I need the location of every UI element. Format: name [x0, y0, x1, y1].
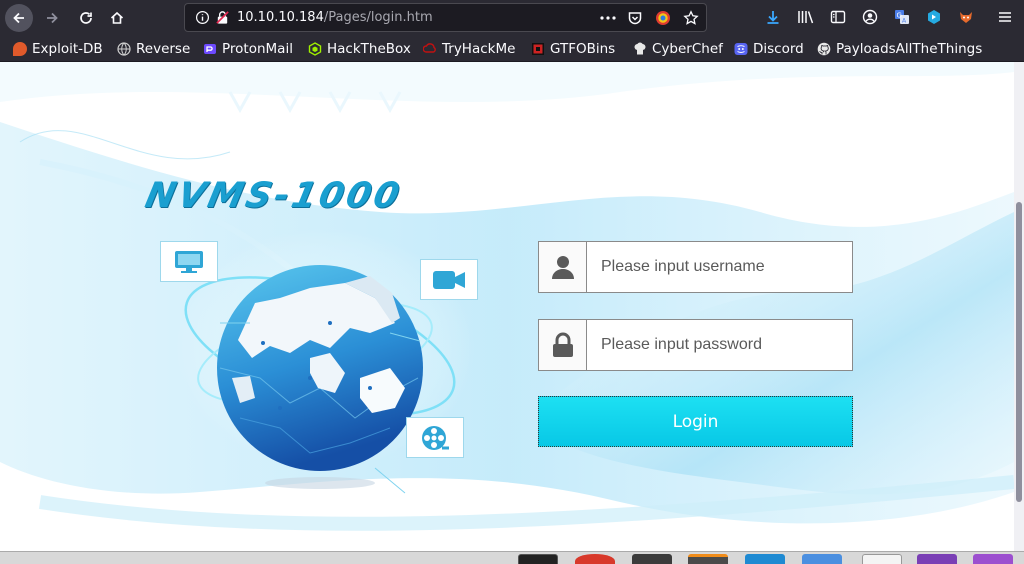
nvms-logo: NVMS-1000 — [141, 176, 406, 216]
exploit-db-icon — [13, 42, 27, 56]
bookmark-label: Discord — [753, 41, 804, 57]
app-taskbar-icon[interactable] — [917, 554, 957, 564]
username-input[interactable] — [588, 242, 852, 292]
library-button[interactable] — [797, 8, 815, 26]
wappalyzer-extension-button[interactable] — [925, 8, 943, 26]
globe-icon — [117, 42, 131, 56]
scrollbar-thumb[interactable] — [1016, 202, 1022, 502]
sidebar-icon — [830, 10, 846, 24]
film-reel-feature-box — [406, 417, 464, 458]
back-button[interactable] — [5, 4, 33, 32]
text-editor-taskbar-icon[interactable] — [862, 554, 902, 564]
github-icon — [817, 42, 831, 56]
url-text[interactable]: 10.10.10.184/Pages/login.htm — [237, 10, 433, 25]
browser-toolbar: 10.10.10.184/Pages/login.htm GA — [0, 0, 1024, 36]
info-icon[interactable] — [195, 10, 210, 25]
account-button[interactable] — [861, 8, 879, 26]
bookmark-payloadsallthethings[interactable]: PayloadsAllTheThings — [817, 40, 982, 58]
pocket-icon[interactable] — [627, 10, 643, 26]
home-icon — [110, 11, 124, 24]
bookmark-gtfobins[interactable]: GTFOBins — [531, 40, 615, 58]
bookmark-label: CyberChef — [652, 41, 723, 57]
bookmark-label: PayloadsAllTheThings — [836, 41, 983, 57]
download-icon — [767, 11, 779, 24]
url-bar[interactable]: 10.10.10.184/Pages/login.htm — [184, 3, 707, 32]
account-icon — [862, 9, 878, 25]
library-icon — [798, 11, 814, 24]
bookmark-tryhackme[interactable]: TryHackMe — [423, 40, 515, 58]
menu-button[interactable] — [996, 8, 1014, 26]
forward-arrow-icon — [47, 12, 58, 24]
cyberchef-icon — [634, 42, 646, 55]
burpsuite-taskbar-icon[interactable] — [632, 554, 672, 564]
forward-button[interactable] — [38, 4, 66, 32]
hackthebox-icon — [308, 42, 322, 56]
sidebar-button[interactable] — [829, 8, 847, 26]
gtfobins-icon — [532, 43, 544, 55]
wave-background — [0, 62, 1014, 531]
bookmark-star-icon[interactable] — [683, 10, 699, 26]
bookmark-label: HackTheBox — [327, 41, 411, 57]
user-icon — [551, 256, 574, 279]
translate-icon: GA — [895, 10, 909, 25]
camera-feature-box — [420, 259, 478, 300]
login-button[interactable]: Login — [538, 396, 853, 447]
password-input[interactable] — [588, 320, 852, 370]
translate-extension-button[interactable]: GA — [893, 8, 911, 26]
password-icon-cell — [539, 320, 587, 370]
reload-button[interactable] — [72, 4, 100, 32]
terminal-taskbar-icon[interactable] — [518, 554, 558, 564]
url-host: 10.10.10.184 — [237, 10, 324, 25]
fox-icon — [960, 12, 972, 23]
monitor-feature-box — [160, 241, 218, 282]
files-taskbar-icon[interactable] — [802, 554, 842, 564]
hexagon-extension-icon — [928, 10, 940, 24]
hamburger-menu-icon — [999, 12, 1011, 22]
bookmark-label: TryHackMe — [442, 41, 516, 57]
bookmark-label: Reverse — [136, 41, 191, 57]
username-field — [538, 241, 853, 293]
bookmark-protonmail[interactable]: ProtonMail — [203, 40, 293, 58]
bookmark-label: Exploit-DB — [32, 41, 103, 57]
bookmark-exploit-db[interactable]: Exploit-DB — [13, 40, 103, 58]
film-reel-icon — [422, 425, 449, 450]
password-field — [538, 319, 853, 371]
bookmark-cyberchef[interactable]: CyberChef — [633, 40, 723, 58]
downloads-button[interactable] — [764, 8, 782, 26]
desktop-taskbar — [0, 551, 1024, 564]
bookmark-hackthebox[interactable]: HackTheBox — [308, 40, 411, 58]
bookmark-label: GTFOBins — [550, 41, 616, 57]
bookmark-discord[interactable]: Discord — [734, 40, 804, 58]
page-content: NVMS-1000 Please input username Login — [0, 62, 1024, 551]
firefox-taskbar-icon[interactable] — [575, 554, 615, 564]
video-camera-icon — [433, 270, 465, 289]
bookmark-reverse[interactable]: Reverse — [117, 40, 190, 58]
extension-target-icon[interactable] — [655, 10, 671, 26]
vscode-taskbar-icon[interactable] — [745, 554, 785, 564]
tryhackme-icon — [423, 43, 436, 53]
bookmarks-toolbar: Exploit-DB Reverse ProtonMail HackTheBox… — [0, 36, 1024, 62]
sublime-taskbar-icon[interactable] — [688, 554, 728, 564]
home-button[interactable] — [103, 4, 131, 32]
reload-icon — [80, 12, 92, 24]
username-icon-cell — [539, 242, 587, 292]
foxyproxy-extension-button[interactable] — [957, 8, 975, 26]
url-path: /Pages/login.htm — [323, 10, 433, 25]
page-scrollbar[interactable] — [1014, 62, 1024, 551]
back-arrow-icon — [13, 12, 24, 24]
bookmark-label: ProtonMail — [222, 41, 293, 57]
page-actions-icon[interactable] — [599, 11, 617, 25]
protonmail-icon — [204, 44, 216, 54]
app2-taskbar-icon[interactable] — [973, 554, 1013, 564]
discord-icon — [734, 43, 748, 55]
insecure-lock-icon[interactable] — [215, 10, 230, 25]
lock-icon — [552, 332, 573, 357]
monitor-icon — [175, 250, 203, 273]
